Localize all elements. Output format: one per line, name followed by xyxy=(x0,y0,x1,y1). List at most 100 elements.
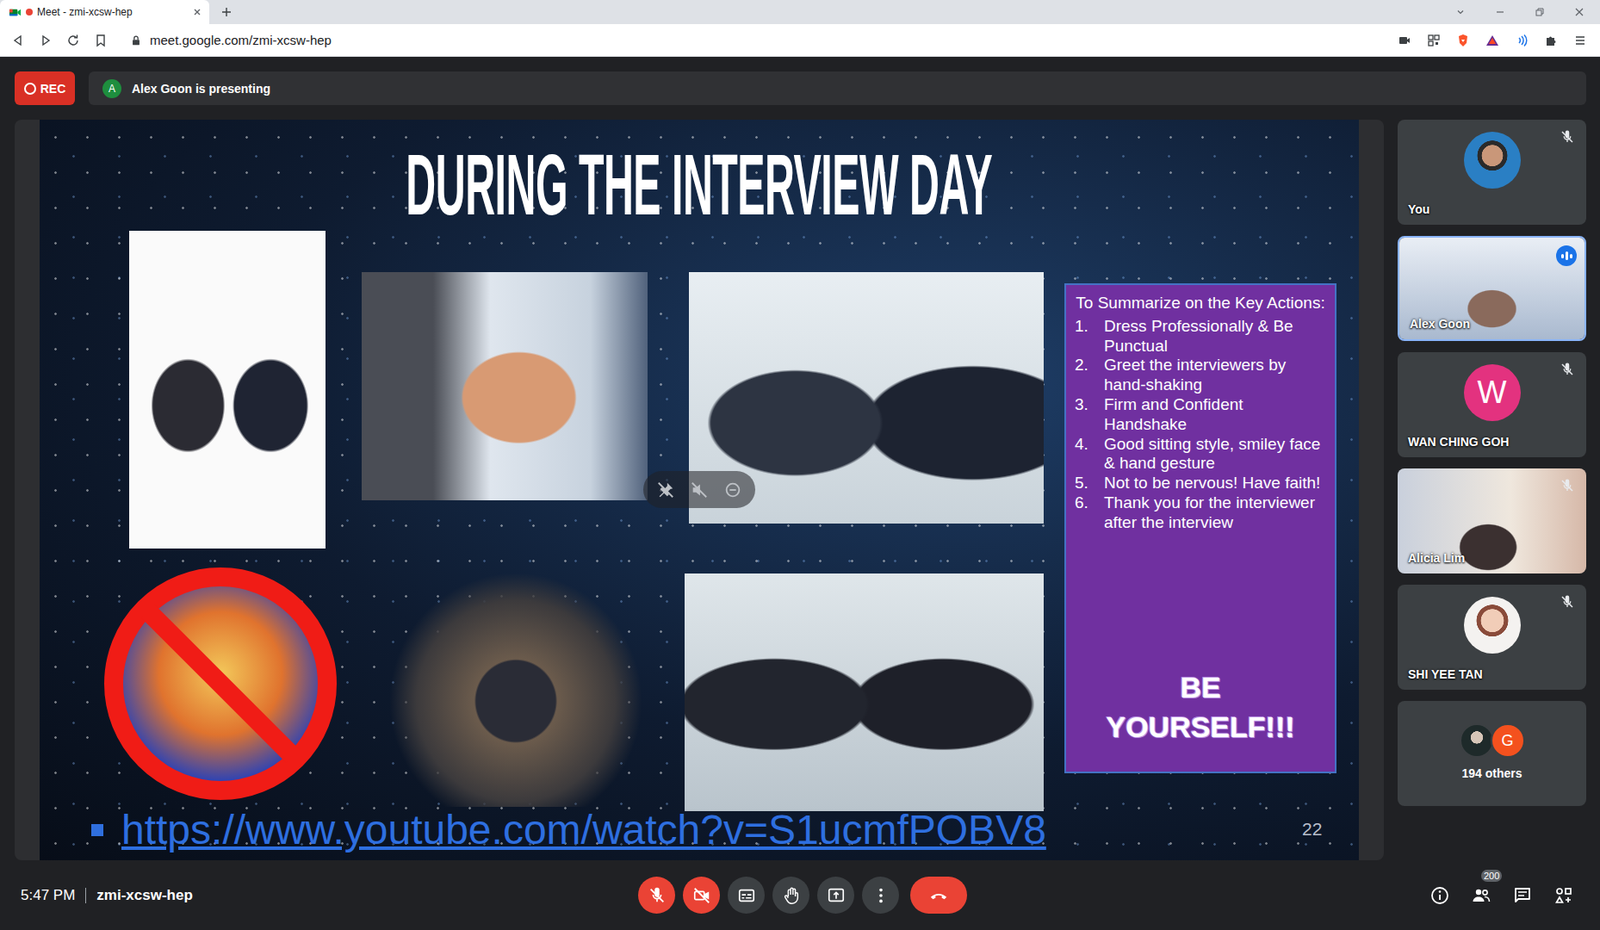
picture-handshake xyxy=(361,272,648,501)
restore-icon[interactable] xyxy=(1534,6,1545,18)
forward-button[interactable] xyxy=(31,26,60,55)
presentation-tile[interactable]: DURING THE INTERVIEW DAY To Summarize on… xyxy=(14,119,1384,861)
participant-count-badge: 200 xyxy=(1481,869,1502,882)
back-icon xyxy=(11,33,25,48)
action-item: 1. Dress Professionally & Be Punctual xyxy=(1074,316,1327,357)
slogan-line: BE xyxy=(1074,668,1327,708)
action-list: 1. Dress Professionally & Be Punctual2. … xyxy=(1074,316,1327,534)
chat-button[interactable] xyxy=(1501,874,1544,917)
call-controls xyxy=(638,876,968,914)
action-number: 3. xyxy=(1074,395,1104,435)
participant-tile[interactable]: Alex Goon xyxy=(1397,235,1587,342)
captions-button[interactable] xyxy=(727,876,765,914)
others-count: 194 others xyxy=(1461,766,1522,781)
divider xyxy=(85,887,87,904)
lock-icon[interactable] xyxy=(130,34,143,47)
tab-strip: Meet - zmi-xcsw-hep xyxy=(0,0,1600,25)
presenting-banner: A Alex Goon is presenting xyxy=(88,71,1587,106)
present-screen-icon xyxy=(826,886,846,906)
menu-icon[interactable] xyxy=(1565,33,1595,48)
more-options-icon xyxy=(871,886,891,906)
record-icon xyxy=(24,82,37,95)
action-item: 3. Firm and Confident Handshake xyxy=(1074,395,1327,435)
activities-button[interactable] xyxy=(1543,874,1585,917)
people-button[interactable]: 200 xyxy=(1460,874,1502,917)
participant-name: WAN CHING GOH xyxy=(1407,434,1509,449)
speaking-indicator-icon xyxy=(1556,245,1577,267)
participant-tile[interactable]: You xyxy=(1397,119,1587,225)
participant-tile[interactable]: W WAN CHING GOH xyxy=(1397,352,1587,458)
more-button[interactable] xyxy=(862,876,900,914)
window-controls xyxy=(1455,6,1600,18)
remove-icon[interactable] xyxy=(723,480,743,500)
tile-hover-controls xyxy=(643,471,756,509)
activities-icon xyxy=(1553,885,1575,906)
puzzle-icon[interactable] xyxy=(1536,33,1566,48)
meeting-stage: DURING THE INTERVIEW DAY To Summarize on… xyxy=(0,105,1600,861)
mic-off-icon xyxy=(647,886,667,906)
action-number: 1. xyxy=(1074,316,1104,357)
url-field[interactable]: meet.google.com/zmi-xcsw-hep xyxy=(149,32,332,48)
qr-code-icon[interactable] xyxy=(1419,33,1449,48)
extension-bar xyxy=(1389,33,1600,48)
mic-off-icon xyxy=(1559,477,1576,494)
back-button[interactable] xyxy=(4,26,32,55)
bottom-bar: 5:47 PM zmi-xcsw-hep 200 xyxy=(0,860,1600,930)
pin-icon[interactable] xyxy=(656,480,676,500)
mic-off-icon xyxy=(1559,129,1576,145)
hand-button[interactable] xyxy=(772,876,810,914)
recording-badge: REC xyxy=(14,71,75,106)
reload-icon xyxy=(66,33,81,48)
rec-label: REC xyxy=(40,81,67,96)
participant-tile[interactable]: G 194 others xyxy=(1397,700,1587,807)
link-row: https://www.youtube.com/watch?v=S1ucmfPO… xyxy=(91,805,1047,856)
side-buttons: 200 xyxy=(967,874,1585,917)
participant-tile[interactable]: Alicia Lim xyxy=(1397,468,1587,574)
reload-button[interactable] xyxy=(59,26,87,55)
participant-name: SHI YEE TAN xyxy=(1407,667,1483,682)
meet-icon xyxy=(8,6,22,19)
chat-icon xyxy=(1512,885,1533,906)
new-tab-icon[interactable] xyxy=(220,6,233,19)
summary-heading: To Summarize on the Key Actions: xyxy=(1074,293,1327,314)
top-bar: REC A Alex Goon is presenting xyxy=(0,56,1600,106)
no-sign-picture xyxy=(99,563,342,805)
info-button[interactable] xyxy=(1419,874,1461,917)
tab-search-icon[interactable] xyxy=(1455,6,1466,18)
meeting-details: 5:47 PM zmi-xcsw-hep xyxy=(20,886,639,905)
rewards-triangle-icon[interactable] xyxy=(1477,33,1507,48)
avatar-photo xyxy=(1459,723,1495,758)
speaker-wave-icon[interactable] xyxy=(1506,33,1537,48)
avatar-photo xyxy=(1463,131,1521,189)
close-tab-icon[interactable] xyxy=(192,6,203,18)
mic-off-icon xyxy=(1559,594,1576,610)
picture-handshake-office xyxy=(684,573,1044,812)
browser-tab[interactable]: Meet - zmi-xcsw-hep xyxy=(0,0,210,25)
action-item: 4. Good sitting style, smiley face & han… xyxy=(1074,434,1327,475)
action-number: 5. xyxy=(1074,473,1104,494)
address-bar: meet.google.com/zmi-xcsw-hep xyxy=(0,24,1600,57)
action-number: 6. xyxy=(1074,493,1104,534)
action-text: Firm and Confident Handshake xyxy=(1103,395,1327,435)
people-icon xyxy=(1470,885,1492,906)
participant-tile[interactable]: SHI YEE TAN xyxy=(1397,584,1587,690)
video-link[interactable]: https://www.youtube.com/watch?v=S1ucmfPO… xyxy=(121,805,1047,856)
mute-speaker-icon[interactable] xyxy=(689,480,709,500)
slide-title-row: DURING THE INTERVIEW DAY xyxy=(39,136,1359,232)
video-camera-icon[interactable] xyxy=(1389,33,1420,48)
info-icon xyxy=(1429,885,1451,906)
close-window-icon[interactable] xyxy=(1574,6,1585,18)
microphone-button[interactable] xyxy=(638,876,676,914)
screen: Meet - zmi-xcsw-hep meet.google.com/zmi-… xyxy=(0,0,1600,930)
picture-confident-woman xyxy=(388,571,644,807)
minimize-icon[interactable] xyxy=(1494,6,1506,18)
camera-button[interactable] xyxy=(682,876,720,914)
others-avatars: G xyxy=(1459,723,1526,758)
presenting-text: Alex Goon is presenting xyxy=(131,81,271,96)
action-text: Greet the interviewers by hand-shaking xyxy=(1103,355,1327,396)
action-text: Good sitting style, smiley face & hand g… xyxy=(1103,434,1327,475)
brave-shield-icon[interactable] xyxy=(1448,33,1478,48)
bookmark-button[interactable] xyxy=(86,26,115,55)
leave-button[interactable] xyxy=(910,876,968,914)
present-button[interactable] xyxy=(817,876,855,914)
